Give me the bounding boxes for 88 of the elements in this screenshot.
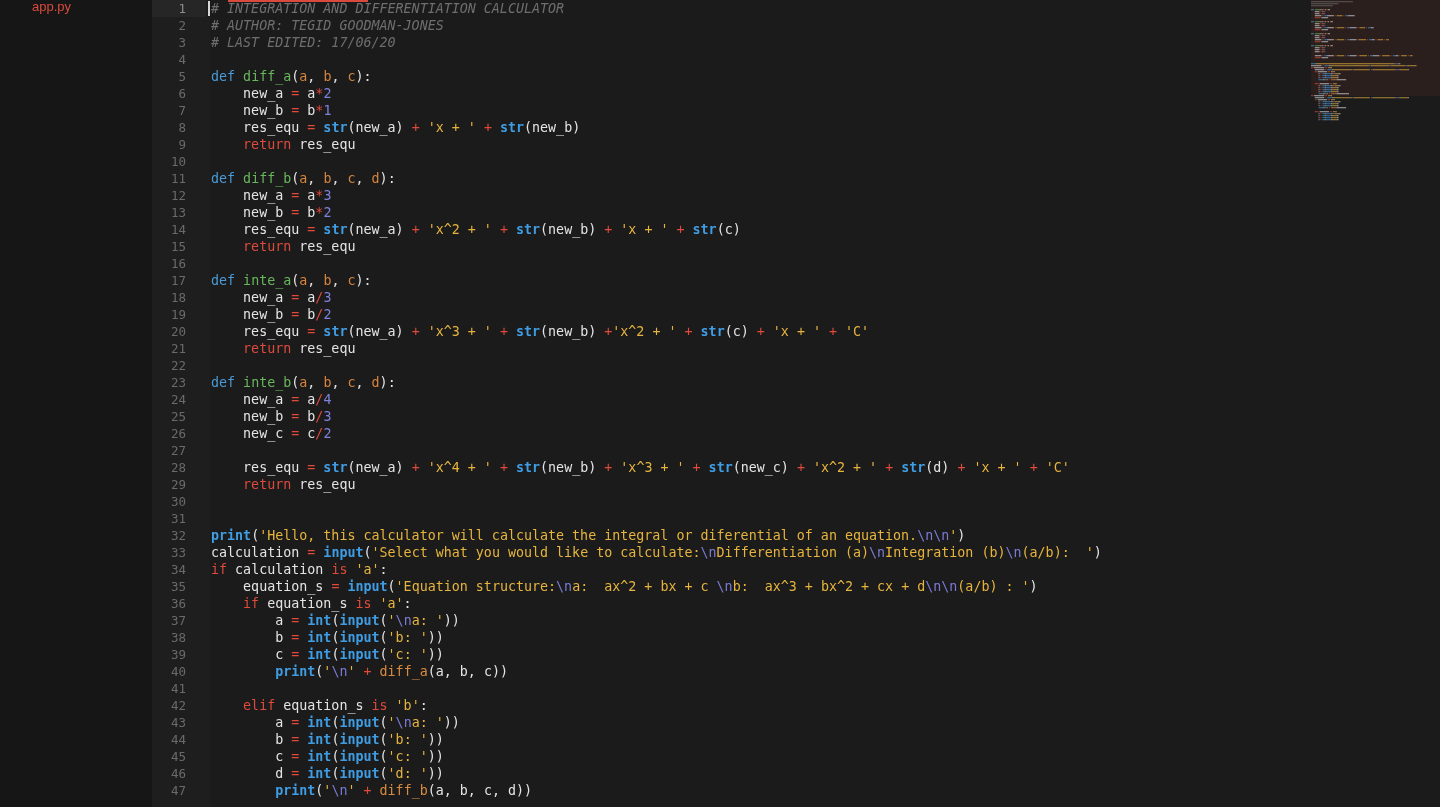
code-line: new_b = b*2 [243, 204, 332, 221]
line-number: 15 [170, 238, 186, 255]
line-number: 28 [170, 459, 186, 476]
line-number: 8 [178, 119, 186, 136]
line-number: 23 [170, 374, 186, 391]
code-line: def diff_b(a, b, c, d): [211, 170, 396, 187]
code-line: return res_equ [243, 238, 356, 255]
line-number: 7 [178, 102, 186, 119]
code-line: return res_equ [243, 476, 356, 493]
line-number: 43 [170, 714, 186, 731]
code-line: elif equation_s is 'b': [243, 697, 428, 714]
code-line: return res_equ [243, 136, 356, 153]
code-line: new_a = a/4 [243, 391, 332, 408]
line-number: 13 [170, 204, 186, 221]
code-line: new_a = a*3 [243, 187, 332, 204]
line-number: 12 [170, 187, 186, 204]
line-number: 2 [178, 17, 186, 34]
line-number: 30 [170, 493, 186, 510]
code-line: def diff_a(a, b, c): [211, 68, 372, 85]
line-number: 45 [170, 748, 186, 765]
line-number: 22 [170, 357, 186, 374]
line-number: 44 [170, 731, 186, 748]
line-number: 16 [170, 255, 186, 272]
line-number: 25 [170, 408, 186, 425]
code-line: res_equ = str(new_a) + 'x^4 + ' + str(new_b) + 'x^3 + ' + str(new_c) + 'x^2 + ' + str(d) + 'x + ' + 'C' [243, 459, 1070, 476]
file-item[interactable]: app.py [32, 0, 72, 14]
code-line: if calculation is 'a': [211, 561, 388, 578]
code-line: new_b = b/2 [243, 306, 332, 323]
line-number: 3 [178, 34, 186, 51]
line-number: 32 [170, 527, 186, 544]
line-number: 34 [170, 561, 186, 578]
code-line: new_c = c/2 [243, 425, 332, 442]
line-number: 11 [170, 170, 186, 187]
code-line: print('\n' + diff_a(a, b, c)) [275, 663, 508, 680]
code-line: a = int(input('\na: ')) [275, 714, 460, 731]
line-number: 19 [170, 306, 186, 323]
code-line: new_a = a*2 [243, 85, 332, 102]
line-number: 6 [178, 85, 186, 102]
code-line: d = int(input('d: ')) [275, 765, 444, 782]
code-line: calculation = input('Select what you would like to calculate:\nDifferentiation (a)\nIntegration (b)\n(a/b): ') [211, 544, 1102, 561]
code-line: new_b = b/3 [243, 408, 332, 425]
code-line: # INTEGRATION AND DIFFERENTIATION CALCULATOR [211, 0, 565, 17]
line-number: 14 [170, 221, 186, 238]
line-number: 46 [170, 765, 186, 782]
line-number: 21 [170, 340, 186, 357]
line-number: 40 [170, 663, 186, 680]
code-line: equation_s = input('Equation structure:\na: ax^2 + bx + c \nb: ax^3 + bx^2 + cx + d\n\n(a/b) : ') [243, 578, 1038, 595]
line-number: 33 [170, 544, 186, 561]
line-number: 37 [170, 612, 186, 629]
code-line: a = int(input('\na: ')) [275, 612, 460, 629]
line-number: 10 [170, 153, 186, 170]
code-line: res_equ = str(new_a) + 'x^3 + ' + str(new_b) +'x^2 + ' + str(c) + 'x + ' + 'C' [243, 323, 870, 340]
line-number: 29 [170, 476, 186, 493]
code-line: b = int(input('b: ')) [275, 629, 444, 646]
code-line: res_equ = str(new_a) + 'x^2 + ' + str(new_b) + 'x + ' + str(c) [243, 221, 741, 238]
line-number: 27 [170, 442, 186, 459]
code-line: new_b = b*1 [243, 102, 332, 119]
code-line: c = int(input('c: ')) [275, 748, 444, 765]
code-line: print('Hello, this calculator will calculate the integral or diferential of an equation.\n\n') [211, 527, 966, 544]
code-line: def inte_b(a, b, c, d): [211, 374, 396, 391]
code-line: new_a = a/3 [243, 289, 332, 306]
line-number: 1 [178, 0, 186, 17]
code-line: # AUTHOR: TEGID GOODMAN-JONES [211, 17, 444, 34]
line-number: 39 [170, 646, 186, 663]
code-line: print('\n' + diff_b(a, b, c, d)) [275, 782, 533, 799]
line-number: 38 [170, 629, 186, 646]
line-number: 18 [170, 289, 186, 306]
line-number: 42 [170, 697, 186, 714]
code-line: b = int(input('b: ')) [275, 731, 444, 748]
line-number: 26 [170, 425, 186, 442]
code-line: if equation_s is 'a': [243, 595, 412, 612]
code-line: c = int(input('c: ')) [275, 646, 444, 663]
line-number: 20 [170, 323, 186, 340]
code-line: return res_equ [243, 340, 356, 357]
code-line: # LAST EDITED: 17/06/20 [211, 34, 396, 51]
code-line: def inte_a(a, b, c): [211, 272, 372, 289]
line-number: 35 [170, 578, 186, 595]
line-number: 36 [170, 595, 186, 612]
line-number: 41 [170, 680, 186, 697]
line-number: 5 [178, 68, 186, 85]
line-number: 24 [170, 391, 186, 408]
line-number: 9 [178, 136, 186, 153]
line-number: 17 [170, 272, 186, 289]
line-number: 47 [170, 782, 186, 799]
line-number: 4 [178, 51, 186, 68]
line-number: 31 [170, 510, 186, 527]
minimap-drawing[interactable] [1311, 0, 1440, 122]
code-line: res_equ = str(new_a) + 'x + ' + str(new_b) [243, 119, 581, 136]
